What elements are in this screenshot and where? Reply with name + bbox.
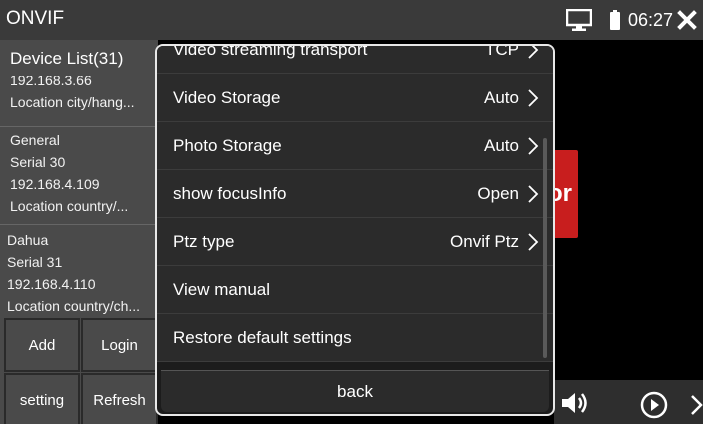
- device-location: Location city/hang...: [10, 94, 135, 110]
- close-icon[interactable]: [677, 10, 697, 30]
- device-name: Dahua: [7, 232, 49, 248]
- device-list-title: Device List(31): [10, 49, 124, 68]
- device-serial: Serial 30: [10, 154, 66, 170]
- device-item[interactable]: 192.168.3.66 Location city/hang...: [0, 76, 158, 113]
- menu-item-photo-storage[interactable]: Photo Storage Auto: [157, 122, 553, 170]
- menu-item-label: Video Storage: [173, 88, 281, 107]
- refresh-button[interactable]: Refresh: [81, 373, 158, 424]
- chevron-right-icon: [528, 185, 539, 203]
- add-button[interactable]: Add: [4, 318, 80, 372]
- menu-item-value: Auto: [484, 136, 519, 155]
- menu-item-value: Onvif Ptz: [450, 232, 519, 251]
- device-item[interactable]: Dahua Serial 31 192.168.4.110 Location c…: [0, 224, 158, 317]
- app-title: ONVIF: [6, 8, 65, 29]
- scrollbar[interactable]: [543, 138, 547, 358]
- device-location: Location country/...: [10, 198, 129, 214]
- clock: 06:27: [627, 9, 673, 30]
- login-button[interactable]: Login: [81, 318, 158, 372]
- monitor-icon[interactable]: [565, 9, 592, 31]
- setting-button[interactable]: setting: [4, 373, 80, 424]
- title-bar: ONVIF 06:27: [0, 0, 703, 40]
- menu-item-label: show focusInfo: [173, 184, 287, 203]
- device-list[interactable]: 192.168.3.66 Location city/hang... Gener…: [0, 76, 158, 354]
- back-button[interactable]: back: [161, 370, 549, 412]
- status-area: 06:27: [565, 8, 697, 32]
- device-ip: 192.168.3.66: [10, 76, 92, 88]
- device-location: Location country/ch...: [7, 298, 141, 314]
- device-item[interactable]: General Serial 30 192.168.4.109 Location…: [0, 126, 158, 217]
- menu-item-ptz-type[interactable]: Ptz type Onvif Ptz: [157, 218, 553, 266]
- device-list-panel: Device List(31) 192.168.3.66 Location ci…: [0, 40, 158, 424]
- chevron-right-icon: [528, 233, 539, 251]
- chevron-right-icon: [528, 89, 539, 107]
- next-icon[interactable]: [690, 394, 703, 416]
- chevron-right-icon: [528, 46, 539, 59]
- menu-item-show-focusinfo[interactable]: show focusInfo Open: [157, 170, 553, 218]
- menu-item-video-streaming-transport[interactable]: Video streaming transport TCP: [157, 44, 553, 74]
- settings-menu[interactable]: Video streaming transport TCP Video Stor…: [157, 44, 553, 362]
- menu-item-value: Open: [477, 184, 519, 203]
- menu-item-label: Video streaming transport: [173, 44, 368, 59]
- menu-item-label: Photo Storage: [173, 136, 282, 155]
- menu-item-label: View manual: [173, 280, 271, 299]
- menu-item-value: TCP: [485, 44, 519, 59]
- device-ip: 192.168.4.109: [10, 176, 100, 192]
- device-name: General: [10, 132, 60, 148]
- play-icon[interactable]: [640, 391, 668, 419]
- speaker-icon[interactable]: [560, 390, 590, 416]
- battery-icon: [609, 10, 620, 30]
- menu-item-restore-default-settings[interactable]: Restore default settings: [157, 314, 553, 362]
- menu-item-label: Restore default settings: [173, 328, 352, 347]
- chevron-right-icon: [528, 137, 539, 155]
- settings-dialog: Video streaming transport TCP Video Stor…: [155, 44, 555, 416]
- menu-item-label: Ptz type: [173, 232, 235, 251]
- device-ip: 192.168.4.110: [7, 276, 96, 292]
- menu-item-value: Auto: [484, 88, 519, 107]
- device-serial: Serial 31: [7, 254, 63, 270]
- menu-item-view-manual[interactable]: View manual: [157, 266, 553, 314]
- menu-item-video-storage[interactable]: Video Storage Auto: [157, 74, 553, 122]
